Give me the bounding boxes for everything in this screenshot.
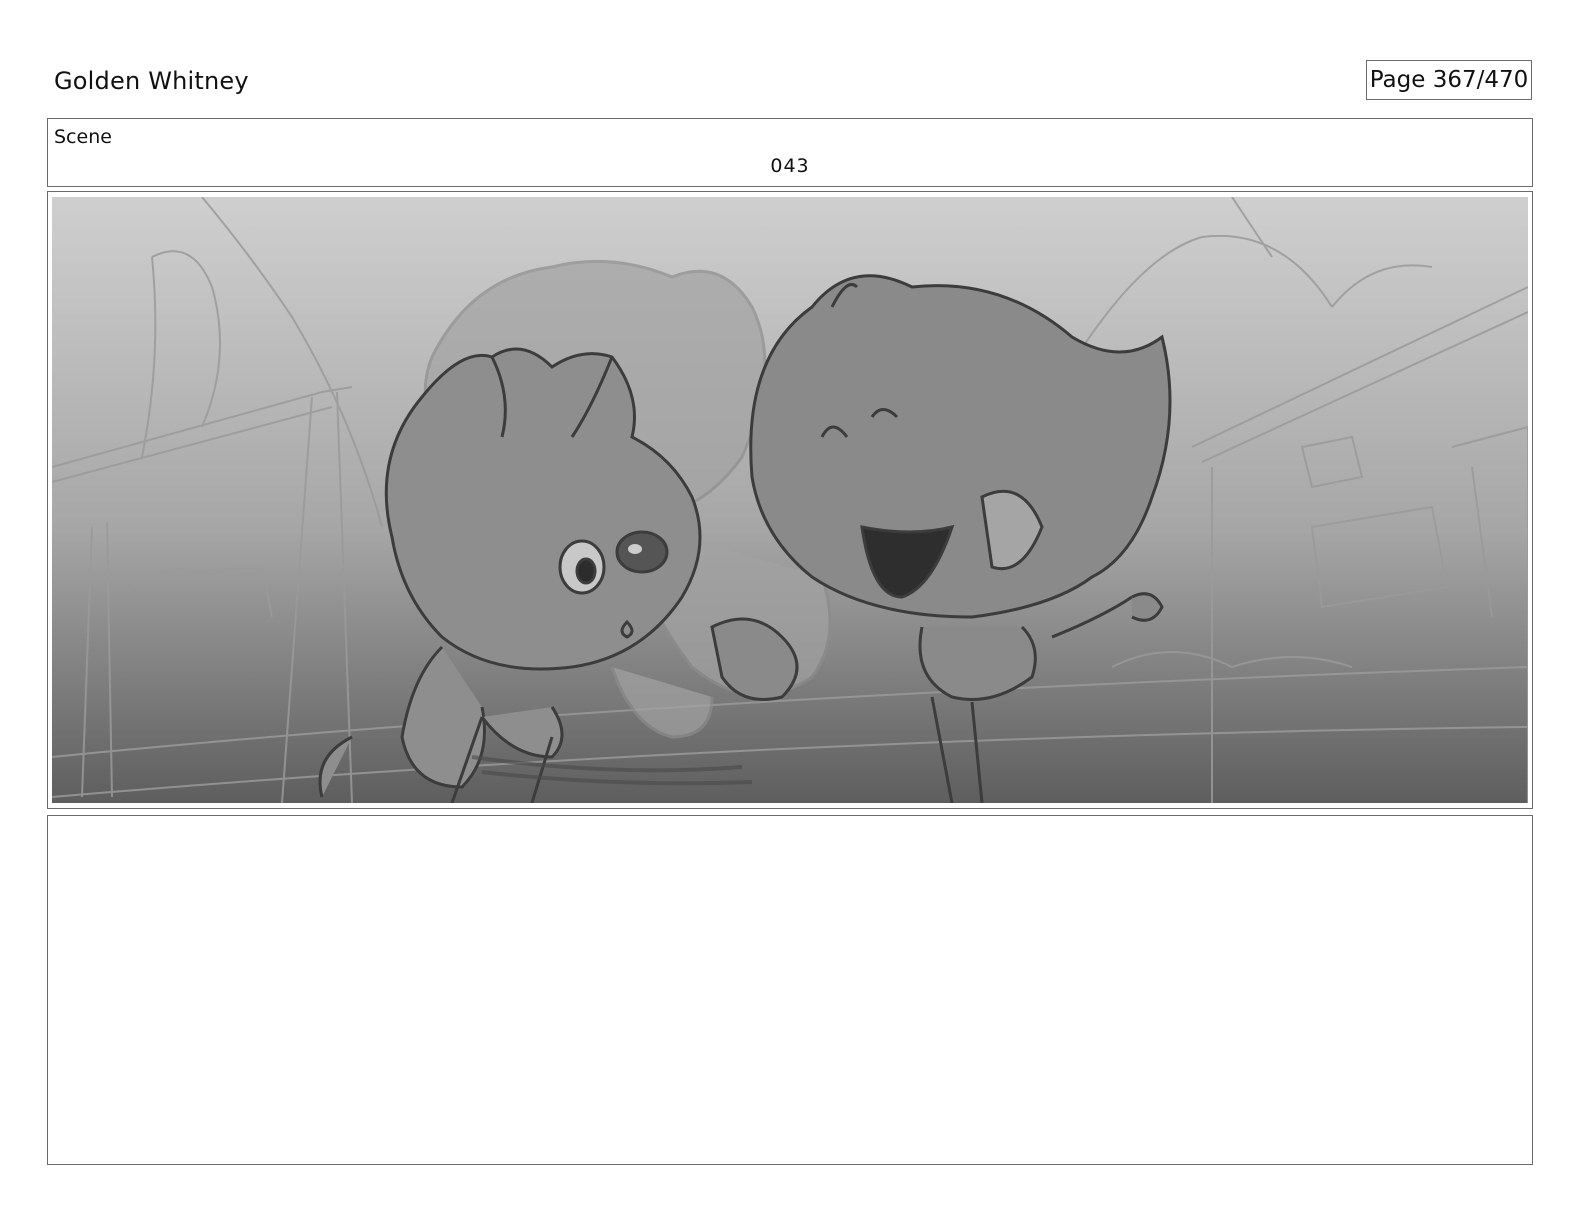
page-counter: Page 367/470: [1366, 60, 1532, 100]
scene-number: 043: [770, 155, 810, 177]
scene-label: Scene: [54, 126, 112, 148]
storyboard-panel: [47, 191, 1533, 809]
storyboard-sketch-image: [52, 197, 1528, 803]
panel-notes-box: [47, 815, 1533, 1165]
scene-box: Scene 043: [47, 118, 1533, 187]
project-title: Golden Whitney: [54, 67, 249, 95]
